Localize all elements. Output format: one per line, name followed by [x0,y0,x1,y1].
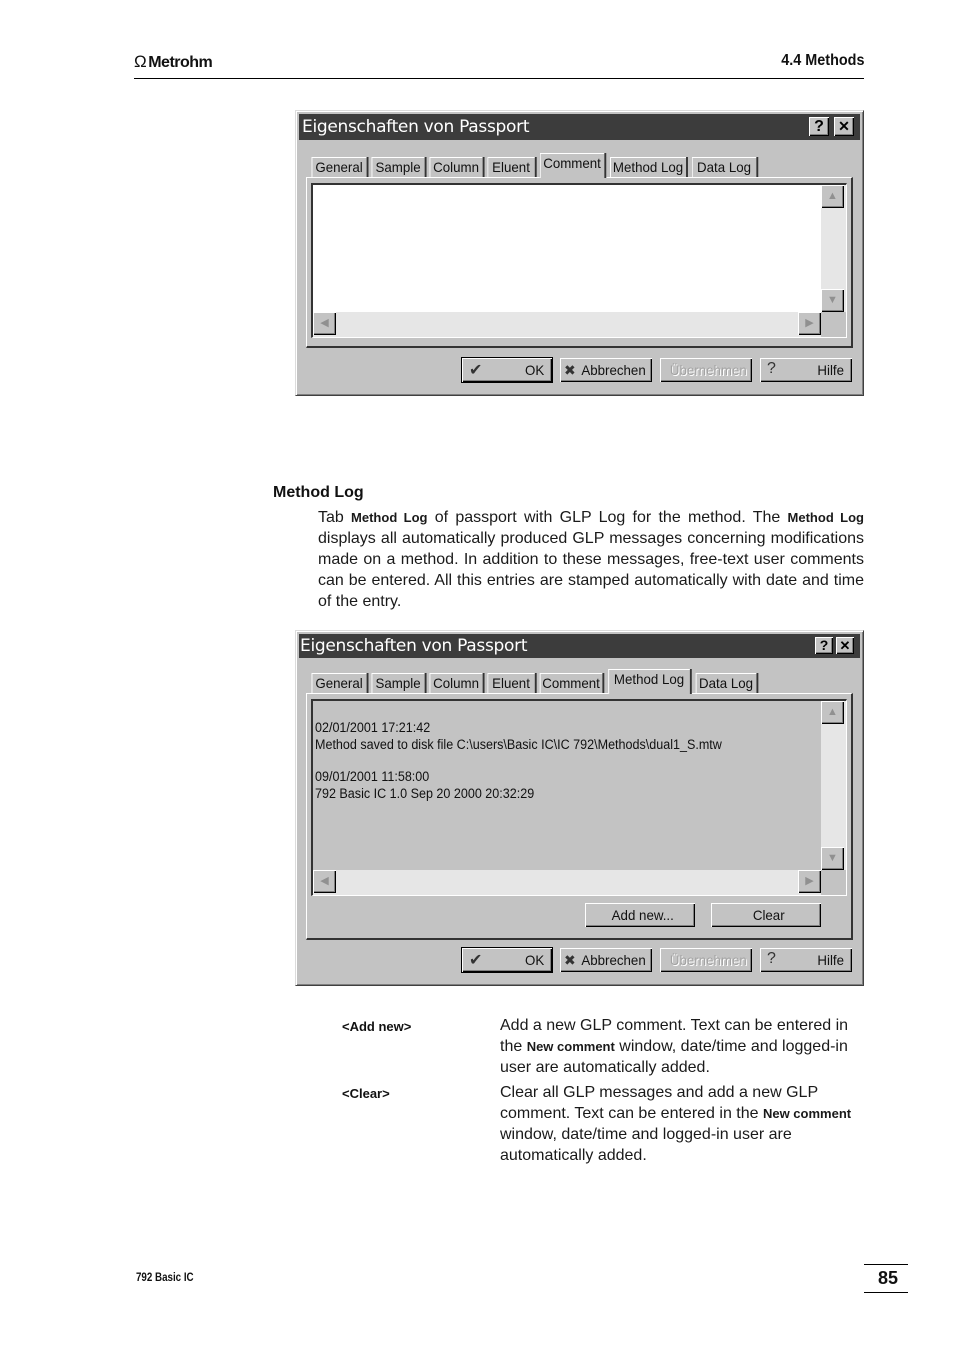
scroll-up-icon[interactable]: ▲ [821,701,844,724]
log-message: 792 Basic IC 1.0 Sep 20 2000 20:32:29 [315,786,535,801]
x-icon: ✖ [564,362,576,378]
tab-panel: ▲ ▼ ◀ ▶ [306,177,853,348]
tab-method-log[interactable]: Method Log [608,669,692,694]
tab-data-log[interactable]: Data Log [692,157,759,177]
log-timestamp: 09/01/2001 11:58:00 [315,769,430,784]
ui-term: New comment [762,1106,852,1121]
vertical-scrollbar[interactable]: ▲ ▼ [821,185,846,312]
tab-data-log[interactable]: Data Log [696,673,759,693]
comment-textarea[interactable]: ▲ ▼ ◀ ▶ [311,183,847,338]
def-desc-add-new: Add a new GLP comment. Text can be enter… [500,1017,849,1076]
cancel-button[interactable]: ✖ Abbrechen [560,948,652,972]
tab-eluent[interactable]: Eluent [487,157,537,177]
tab-sample[interactable]: Sample [371,157,427,177]
page-header: Ω Metrohm 4.4 Methods [134,50,864,79]
scroll-corner [821,312,846,337]
help-title-button[interactable]: ? [809,117,829,136]
method-log-description: Tab Method Log of passport with GLP Log … [318,509,864,610]
title-bar: Eigenschaften von Passport ? ✕ [299,114,860,140]
def-desc-clear: Clear all GLP messages and add a new GLP… [500,1084,852,1164]
checkmark-icon: ✔ [469,952,483,969]
page-number-box: 85 [864,1264,908,1293]
scroll-left-icon[interactable]: ◀ [313,312,336,335]
ui-term: Method Log [787,510,864,525]
section-heading: Method Log [273,484,364,501]
def-label-add-new: <Add new> [342,1019,412,1034]
dialog-title: Eigenschaften von Passport [300,636,528,656]
tab-panel: 02/01/2001 17:21:42 Method saved to disk … [306,693,853,940]
scroll-up-icon[interactable]: ▲ [821,185,844,208]
ok-button[interactable]: ✔ OK [461,947,553,973]
footer-product: 792 Basic IC [136,1272,194,1284]
scroll-down-icon[interactable]: ▼ [821,847,844,870]
apply-button[interactable]: Übernehmen [660,358,752,382]
apply-button[interactable]: Übernehmen [660,948,752,972]
log-timestamp: 02/01/2001 17:21:42 [315,720,431,735]
tab-general[interactable]: General [312,673,369,693]
section-title: 4.4 Methods [780,52,864,69]
help-button[interactable]: ? Hilfe [760,358,852,382]
tab-column[interactable]: Column [429,157,485,177]
omega-icon: Ω [134,52,147,71]
scroll-left-icon[interactable]: ◀ [313,870,336,893]
question-icon: ? [767,360,776,377]
ui-term: Method Log [351,510,428,525]
x-icon: ✖ [564,952,576,968]
close-button[interactable]: ✕ [834,117,854,136]
tab-method-log[interactable]: Method Log [610,157,688,177]
page-number: 85 [877,1268,898,1288]
tab-comment[interactable]: Comment [540,673,605,693]
method-log-textarea[interactable]: 02/01/2001 17:21:42 Method saved to disk … [311,699,847,896]
checkmark-icon: ✔ [469,362,483,379]
ok-button[interactable]: ✔ OK [461,357,553,383]
horizontal-scrollbar[interactable]: ◀ ▶ [313,312,821,337]
scroll-right-icon[interactable]: ▶ [798,312,821,335]
clear-button[interactable]: Clear [711,903,821,927]
question-icon: ? [767,950,776,967]
tab-column[interactable]: Column [429,673,485,693]
passport-dialog-method-log: Eigenschaften von Passport ? ✕ General S… [295,630,864,986]
help-button[interactable]: ? Hilfe [760,948,852,972]
close-button[interactable]: ✕ [836,637,854,654]
scroll-right-icon[interactable]: ▶ [798,870,821,893]
tab-sample[interactable]: Sample [371,673,427,693]
tab-general[interactable]: General [312,157,369,177]
dialog-title: Eigenschaften von Passport [302,117,530,137]
scroll-corner [821,870,846,895]
cancel-button[interactable]: ✖ Abbrechen [560,358,652,382]
add-new-button[interactable]: Add new... [585,903,695,927]
passport-dialog-comment: Eigenschaften von Passport ? ✕ General S… [295,110,864,396]
title-bar: Eigenschaften von Passport ? ✕ [299,634,860,658]
tab-eluent[interactable]: Eluent [487,673,537,693]
help-title-button[interactable]: ? [815,637,833,654]
log-message: Method saved to disk file C:\users\Basic… [315,737,722,752]
metrohm-logo: Ω Metrohm [134,52,213,71]
horizontal-scrollbar[interactable]: ◀ ▶ [313,870,821,895]
ui-term: New comment [526,1039,615,1054]
scroll-down-icon[interactable]: ▼ [821,289,844,312]
tab-comment[interactable]: Comment [539,153,607,178]
def-label-clear: <Clear> [342,1086,390,1101]
vertical-scrollbar[interactable]: ▲ ▼ [821,701,846,870]
log-entries: 02/01/2001 17:21:42 Method saved to disk … [315,719,722,802]
